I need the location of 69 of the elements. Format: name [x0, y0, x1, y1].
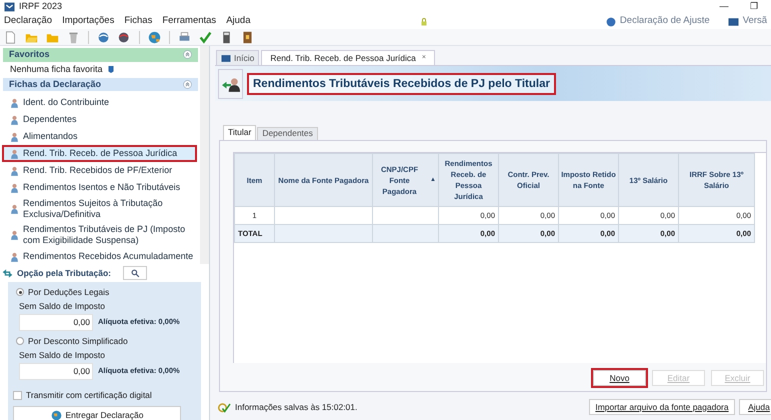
empty-message: Nenhuma ficha favorita: [10, 62, 103, 76]
collapse-icon: [183, 80, 192, 89]
person-icon: [9, 229, 20, 241]
menu-item[interactable]: Importações: [62, 14, 114, 29]
section-label: Opção pela Tributação:: [17, 266, 111, 280]
checkbox-label: Transmitir com certificação digital: [26, 388, 152, 402]
menu-item[interactable]: Fichas: [124, 14, 152, 29]
scrollbar[interactable]: [200, 46, 209, 264]
globe-icon[interactable]: [148, 30, 161, 44]
person-icon: [9, 148, 20, 160]
info-icon: [106, 65, 115, 74]
option-label: Por Deduções Legais: [28, 286, 110, 298]
sheet-item[interactable]: Rendimentos Tributáveis de PJ (Imposto com Exigibilidade Suspensa): [3, 223, 196, 247]
sub-tab[interactable]: Titular: [223, 125, 256, 140]
sheet-item[interactable]: Rendimentos Recebidos Acumuladamente: [3, 249, 196, 264]
header-link[interactable]: Versã: [728, 14, 767, 29]
menu-item[interactable]: Ferramentas: [162, 14, 216, 29]
arrows-icon: [2, 268, 13, 278]
balance-label: Sem Saldo de Imposto: [18, 300, 106, 312]
sheet-item[interactable]: Rendimentos Isentos e Não Tributáveis: [3, 180, 196, 195]
radio-button[interactable]: [16, 288, 24, 296]
check-icon[interactable]: [199, 30, 212, 44]
checkbox[interactable]: [13, 390, 22, 400]
minimize-button[interactable]: —: [711, 0, 737, 14]
footer-button[interactable]: Ajuda: [739, 399, 771, 415]
printer-icon[interactable]: [178, 30, 191, 44]
restore-button[interactable]: ❐: [741, 0, 767, 14]
section-header[interactable]: Favoritos: [3, 48, 198, 62]
globe-icon[interactable]: [97, 30, 110, 44]
search-button[interactable]: [123, 266, 147, 280]
menu-item[interactable]: Ajuda: [226, 14, 250, 29]
globe-icon[interactable]: [118, 30, 131, 44]
sheet-item[interactable]: Dependentes: [3, 112, 196, 127]
value-field[interactable]: 0,00: [19, 314, 93, 330]
person-icon: [9, 182, 20, 194]
sheet-item[interactable]: Alimentandos: [3, 129, 196, 144]
page-title: Rendimentos Tributáveis Recebidos de PJ pelo Titular: [247, 72, 556, 94]
window-title: IRPF 2023: [19, 0, 64, 14]
sheet-item[interactable]: Ident. do Contribuinte: [3, 95, 196, 110]
footer-button[interactable]: Importar arquivo da fonte pagadora: [589, 399, 735, 415]
status-text: Informações salvas às 15:02:01.: [235, 400, 358, 414]
badge-icon: [606, 16, 616, 26]
sub-tab[interactable]: Dependentes: [257, 127, 318, 140]
sheet-item[interactable]: Rend. Trib. Recebidos de PF/Exterior: [3, 163, 196, 178]
action-button[interactable]: Novo: [593, 370, 646, 386]
lock-icon: [420, 16, 428, 26]
value-field[interactable]: 0,00: [19, 362, 93, 380]
globe-icon: [50, 410, 62, 420]
balance-label: Sem Saldo de Imposto: [18, 349, 106, 361]
sheet-item[interactable]: Rend. Trib. Receb. de Pessoa Jurídica: [3, 146, 196, 161]
document-tab[interactable]: Início: [216, 50, 260, 65]
radio-button[interactable]: [16, 337, 24, 345]
collapse-icon: [183, 50, 192, 60]
header-link[interactable]: Declaração de Ajuste: [606, 14, 710, 29]
person-icon: [9, 114, 20, 126]
person-icon: [9, 250, 20, 262]
book-icon[interactable]: [241, 30, 254, 44]
option-label: Por Desconto Simplificado: [28, 334, 128, 348]
section-header[interactable]: Fichas da Declaração: [3, 78, 198, 91]
submit-button[interactable]: Entregar Declaração: [13, 406, 181, 420]
person-icon: [9, 96, 20, 108]
search-icon: [130, 268, 140, 278]
trash-icon[interactable]: [67, 30, 80, 44]
person-icon: [9, 130, 20, 142]
menu-item[interactable]: Declaração: [4, 14, 52, 29]
person-icon: [9, 164, 20, 176]
person-icon: [9, 203, 20, 215]
sheet-item[interactable]: Rendimentos Sujeitos à Tributação Exclusiva/Definitiva: [3, 197, 196, 221]
clock-check-icon: [217, 401, 231, 413]
